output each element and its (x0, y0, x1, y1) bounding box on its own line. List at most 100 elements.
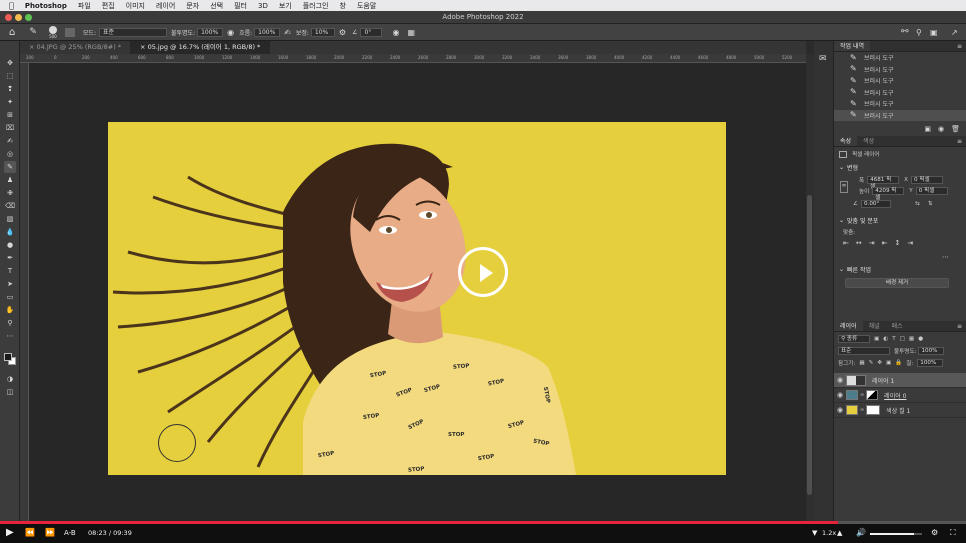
pressure-opacity-icon[interactable]: ◉ (227, 28, 234, 37)
smoothing-input[interactable]: 10% (310, 27, 335, 37)
fast-forward-icon[interactable]: ⏩ (45, 526, 55, 540)
pressure-size-icon[interactable]: ◉ (392, 28, 399, 37)
volume-icon[interactable]: 🔊 (856, 526, 866, 540)
tab-color[interactable]: 색상 (857, 136, 880, 146)
filter-pixel-icon[interactable]: ▣ (874, 336, 879, 342)
tab-04-jpg[interactable]: × 04.JPG @ 25% (RGB/8#) * (20, 41, 132, 54)
align-bottom-icon[interactable]: ⇥ (907, 239, 913, 247)
playback-speed[interactable]: 1.2x (822, 526, 836, 540)
speed-down-icon[interactable]: ▼ (812, 526, 817, 540)
tab-channels[interactable]: 채널 (863, 321, 886, 331)
brush-tool-icon[interactable]: ✎ (4, 161, 16, 173)
brush-tool-icon[interactable]: ✎ (29, 27, 37, 37)
tab-history[interactable]: 작업 내역 (834, 41, 870, 51)
workspace-icon[interactable]: ▣ (930, 28, 938, 37)
align-center-v-icon[interactable]: ↕ (895, 239, 901, 247)
align-section[interactable]: ⌄ 맞춤 및 분포 (839, 216, 961, 225)
document-canvas[interactable]: STOP STOP STOP STOP STOP STOP STOP STOP STOP STOP… (108, 122, 726, 475)
history-item[interactable]: ✎ 브러시 도구 (834, 87, 966, 99)
apple-icon[interactable]:  (9, 1, 14, 10)
filter-type-icon[interactable]: T (892, 336, 895, 342)
healing-tool-icon[interactable]: ◎ (4, 148, 16, 160)
menu-layer[interactable]: 레이어 (156, 1, 175, 11)
menu-image[interactable]: 이미지 (126, 1, 145, 11)
tab-properties[interactable]: 속성 (834, 136, 858, 146)
lock-artboard-icon[interactable]: ▣ (886, 360, 891, 366)
menu-edit[interactable]: 편집 (102, 1, 115, 11)
eyedropper-tool-icon[interactable]: ✍ (4, 135, 16, 147)
filter-adjust-icon[interactable]: ◐ (883, 336, 888, 342)
screen-mode-icon[interactable]: ◫ (4, 386, 16, 398)
blur-tool-icon[interactable]: 💧 (4, 226, 16, 238)
type-tool-icon[interactable]: T (4, 265, 16, 277)
x-input[interactable]: 0 픽셀 (911, 176, 943, 184)
visibility-eye-icon[interactable]: ◉ (834, 391, 846, 399)
gradient-tool-icon[interactable]: ▧ (4, 213, 16, 225)
clone-stamp-tool-icon[interactable]: ♟ (4, 174, 16, 186)
layer-row[interactable]: ◉ 레이어 1 (834, 373, 966, 388)
remove-background-button[interactable]: 배경 제거 (845, 278, 949, 288)
frame-tool-icon[interactable]: ⌧ (4, 122, 16, 134)
fill-input[interactable]: 100% (917, 359, 944, 367)
menu-view[interactable]: 보기 (279, 1, 292, 11)
layer-opacity-input[interactable]: 100% (918, 347, 945, 355)
layer-row[interactable]: ◉ ∞ 레이어 0 (834, 388, 966, 403)
new-snapshot-icon[interactable]: ▣ (924, 125, 931, 133)
camera-icon[interactable]: ◉ (938, 125, 944, 133)
menu-file[interactable]: 파일 (78, 1, 91, 11)
menu-select[interactable]: 선택 (210, 1, 223, 11)
play-icon[interactable]: ▶ (6, 526, 14, 540)
more-options-icon[interactable]: ⋯ (839, 253, 949, 261)
lock-all-icon[interactable]: 🔒 (895, 360, 902, 366)
history-item-selected[interactable]: ✎ 브러시 도구 (834, 109, 966, 121)
angle-input[interactable]: 0° (360, 27, 383, 37)
foreground-color-swatch[interactable] (4, 353, 12, 361)
panel-menu-icon[interactable]: ≡ (957, 321, 962, 331)
lasso-tool-icon[interactable]: ❢ (4, 83, 16, 95)
comments-icon[interactable]: ✉ (819, 54, 827, 64)
opacity-input[interactable]: 100% (197, 27, 224, 37)
quick-mask-icon[interactable]: ◑ (4, 373, 16, 385)
y-input[interactable]: 0 픽셀 (915, 187, 948, 195)
tab-paths[interactable]: 패스 (886, 321, 909, 331)
symmetry-icon[interactable]: ▦ (407, 28, 415, 37)
scrollbar-thumb[interactable] (807, 195, 812, 495)
lock-pixels-icon[interactable]: ✎ (869, 360, 874, 366)
object-select-tool-icon[interactable]: ✦ (4, 96, 16, 108)
close-icon[interactable]: × (140, 43, 148, 51)
speed-up-icon[interactable]: ▲ (837, 526, 842, 540)
share-icon[interactable]: ⚯ (901, 27, 909, 37)
visibility-eye-icon[interactable]: ◉ (834, 376, 846, 384)
ab-repeat-button[interactable]: A-B (64, 526, 76, 540)
pen-tool-icon[interactable]: ✒ (4, 252, 16, 264)
rotation-input[interactable]: 0.00° (861, 200, 892, 208)
gear-icon[interactable]: ⚙ (339, 28, 346, 37)
dodge-tool-icon[interactable]: ● (4, 239, 16, 251)
settings-gear-icon[interactable]: ⚙ (931, 526, 938, 540)
lock-position-icon[interactable]: ✥ (877, 360, 882, 366)
path-select-tool-icon[interactable]: ➤ (4, 278, 16, 290)
zoom-tool-icon[interactable]: ⚲ (4, 317, 16, 329)
tab-05-jpg[interactable]: × 05.jpg @ 16.7% (레이어 1, RGB/8) * (131, 41, 271, 54)
rewind-icon[interactable]: ⏪ (25, 526, 35, 540)
hand-tool-icon[interactable]: ✋ (4, 304, 16, 316)
rectangle-tool-icon[interactable]: ▭ (4, 291, 16, 303)
layer-kind-select[interactable]: ⚲ 종류 (838, 335, 870, 343)
panel-menu-icon[interactable]: ≡ (957, 41, 962, 51)
crop-tool-icon[interactable]: ⊞ (4, 109, 16, 121)
brush-settings-icon[interactable] (64, 27, 75, 37)
filter-toggle-icon[interactable]: ● (918, 336, 923, 342)
marquee-tool-icon[interactable]: ⬚ (4, 70, 16, 82)
menu-filter[interactable]: 필터 (234, 1, 247, 11)
history-brush-tool-icon[interactable]: ✙ (4, 187, 16, 199)
width-input[interactable]: 4681 픽셀 (867, 176, 900, 190)
menu-help[interactable]: 도움말 (357, 1, 376, 11)
menu-plugins[interactable]: 플러그인 (303, 1, 329, 11)
align-center-h-icon[interactable]: ↔ (856, 239, 862, 247)
lock-transparent-icon[interactable]: ▦ (859, 360, 864, 366)
trash-icon[interactable]: 🗑 (951, 125, 960, 133)
link-icon[interactable]: ∞ (840, 181, 848, 193)
transform-section[interactable]: ⌄ 변형 (839, 163, 961, 172)
menu-3d[interactable]: 3D (258, 2, 268, 10)
brush-preset-picker[interactable]: 500 (48, 25, 57, 39)
